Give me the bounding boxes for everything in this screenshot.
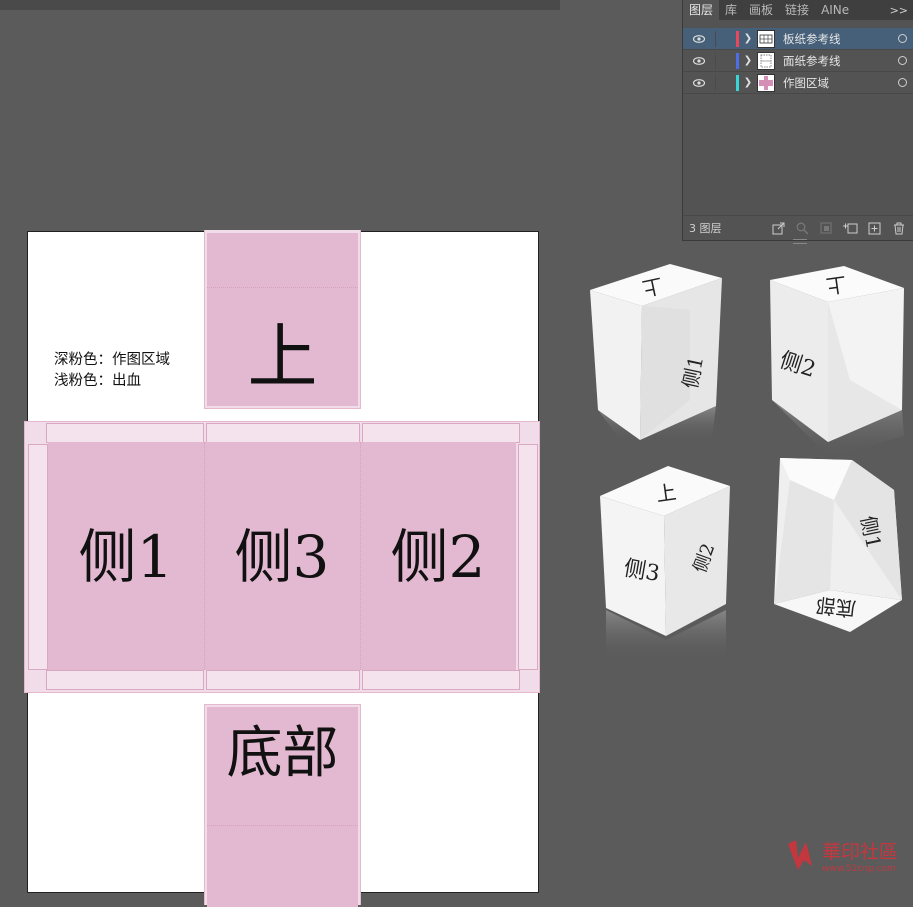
search-icon[interactable] <box>794 221 811 235</box>
color-legend: 深粉色：作图区域 浅粉色：出血 <box>54 350 170 392</box>
panel-tab-bar: 图层 库 画板 链接 AINe >> <box>683 0 913 20</box>
layer-count: 3 图层 <box>689 222 722 235</box>
glue-flap <box>206 423 360 443</box>
layer-list: ❯ 板纸参考线 ❯ 面纸参考线 ❯ 作图区域 <box>683 20 913 94</box>
box-d-bottom-label: 底部 <box>815 593 857 621</box>
panel-resize-grip[interactable] <box>793 239 807 244</box>
box-mockup-a: 上 侧1 <box>590 264 722 442</box>
side-flap <box>28 444 48 670</box>
side1-label: 侧1 <box>78 523 174 591</box>
tab-links[interactable]: 链接 <box>779 0 815 20</box>
glue-flap <box>206 670 360 690</box>
tab-artboards[interactable]: 画板 <box>743 0 779 20</box>
new-layer-icon[interactable] <box>866 221 883 235</box>
target-circle-icon[interactable] <box>898 34 907 43</box>
top-face-label: 上 <box>247 316 318 398</box>
lock-toggle[interactable] <box>715 74 736 91</box>
side-flap <box>518 444 538 670</box>
legend-dark-pink: 深粉色：作图区域 <box>54 352 170 368</box>
layer-name[interactable]: 面纸参考线 <box>783 53 898 69</box>
export-icon[interactable] <box>770 221 787 235</box>
box-b-top-label: 上 <box>825 272 848 299</box>
layer-row[interactable]: ❯ 板纸参考线 <box>683 28 913 50</box>
side2-label: 侧2 <box>390 523 486 591</box>
box-mockup-d: 侧1 底部 <box>774 458 902 632</box>
new-sublayer-icon[interactable] <box>842 221 859 235</box>
watermark-logo: 華印社區 www.52cnp.com <box>788 840 898 874</box>
lock-toggle[interactable] <box>715 52 736 69</box>
box-mockup-c: 上 侧3 侧2 <box>600 466 730 660</box>
layer-row[interactable]: ❯ 面纸参考线 <box>683 50 913 72</box>
layer-name[interactable]: 板纸参考线 <box>783 31 898 47</box>
layer-thumbnail <box>757 51 775 70</box>
eye-icon[interactable] <box>691 34 707 44</box>
target-circle-icon[interactable] <box>898 78 907 87</box>
glue-flap <box>362 423 520 443</box>
side3-label: 侧3 <box>234 523 330 591</box>
bottom-face-label: 底部 <box>226 721 339 786</box>
glue-flap <box>46 423 204 443</box>
clipping-mask-icon[interactable] <box>818 221 835 235</box>
box-mockup-b: 上 侧2 <box>770 266 904 458</box>
eye-icon[interactable] <box>691 56 707 66</box>
layer-row[interactable]: ❯ 作图区域 <box>683 72 913 94</box>
legend-light-pink: 浅粉色：出血 <box>54 373 141 389</box>
watermark-text: 華印社區 <box>822 841 898 863</box>
glue-flap <box>46 670 204 690</box>
eye-icon[interactable] <box>691 78 707 88</box>
tab-layers[interactable]: 图层 <box>683 0 720 20</box>
tab-libraries[interactable]: 库 <box>719 0 743 20</box>
toolbar-strip <box>0 0 560 10</box>
fold-line <box>207 287 358 288</box>
panel-more-button[interactable]: >> <box>884 4 913 17</box>
target-circle-icon[interactable] <box>898 56 907 65</box>
tab-aine[interactable]: AINe <box>815 0 855 20</box>
trash-icon[interactable] <box>890 221 907 235</box>
chevron-right-icon[interactable]: ❯ <box>739 33 757 44</box>
panel-footer: 3 图层 <box>683 215 913 240</box>
lock-toggle[interactable] <box>715 30 736 47</box>
watermark-url: www.52cnp.com <box>822 864 896 874</box>
layers-panel: 图层 库 画板 链接 AINe >> ❯ 板纸参考线 ❯ 面纸参考线 ❯ 作图区… <box>682 0 913 244</box>
box-c-top-label: 上 <box>655 480 678 507</box>
fold-line <box>207 825 358 826</box>
artboard: 深粉色：作图区域 浅粉色：出血 上 侧1 侧3 侧2 底部 <box>24 230 540 907</box>
layer-thumbnail <box>757 73 775 92</box>
layer-name[interactable]: 作图区域 <box>783 75 898 91</box>
layer-thumbnail <box>757 29 775 48</box>
box-mockups: 上 侧1 上 侧2 上 侧3 侧2 侧1 底部 <box>590 264 904 660</box>
chevron-right-icon[interactable]: ❯ <box>739 55 757 66</box>
glue-flap <box>362 670 520 690</box>
chevron-right-icon[interactable]: ❯ <box>739 77 757 88</box>
